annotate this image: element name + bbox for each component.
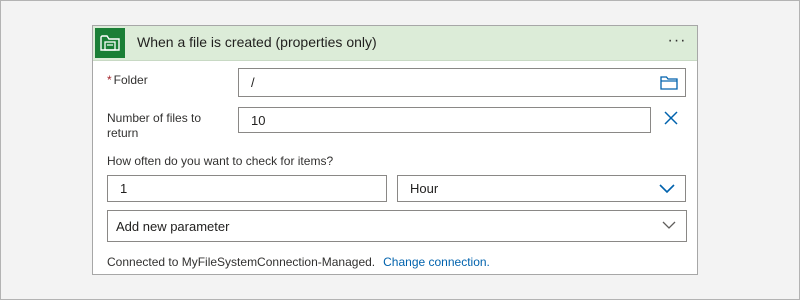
frequency-label: How often do you want to check for items…: [107, 154, 334, 168]
trigger-header[interactable]: When a file is created (properties only)…: [93, 26, 697, 61]
file-system-connector-icon: [95, 28, 125, 58]
change-connection-link[interactable]: Change connection.: [383, 255, 490, 269]
num-files-input[interactable]: 10: [238, 107, 651, 133]
connection-status: Connected to MyFileSystemConnection-Mana…: [107, 255, 376, 269]
folder-label: Folder: [113, 73, 148, 87]
interval-input[interactable]: 1: [107, 175, 387, 202]
close-icon[interactable]: [661, 108, 681, 128]
num-files-value: 10: [251, 112, 266, 128]
chevron-down-icon: [662, 221, 676, 229]
trigger-card: When a file is created (properties only)…: [92, 25, 698, 275]
chevron-down-icon: [659, 184, 675, 194]
add-parameter-dropdown[interactable]: Add new parameter: [107, 210, 687, 242]
folder-picker-icon[interactable]: [659, 74, 679, 92]
folder-label-group: * Folder: [107, 73, 148, 88]
frequency-unit-select[interactable]: Hour: [397, 175, 686, 202]
frequency-unit-value: Hour: [410, 181, 439, 196]
interval-value: 1: [120, 181, 128, 196]
folder-input[interactable]: /: [238, 68, 686, 97]
connection-footer: Connected to MyFileSystemConnection-Mana…: [107, 255, 490, 269]
required-marker: *: [107, 73, 112, 87]
num-files-label: Number of files to return: [107, 111, 202, 140]
add-parameter-label: Add new parameter: [116, 218, 230, 234]
trigger-title: When a file is created (properties only): [137, 34, 377, 50]
more-options-button[interactable]: ···: [665, 32, 689, 54]
folder-value: /: [251, 75, 255, 90]
